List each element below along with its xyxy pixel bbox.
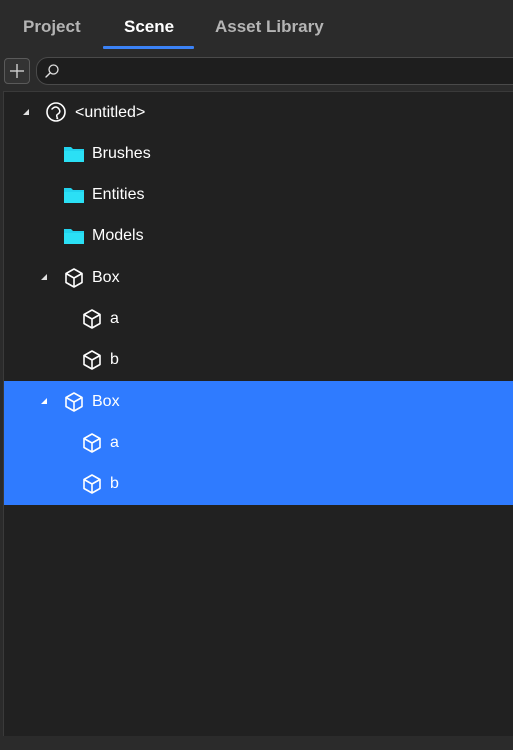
tree-row-a-selected[interactable]: a <box>4 422 513 463</box>
tree-item-label: <untitled> <box>75 104 146 121</box>
expand-arrow-icon[interactable] <box>40 273 48 281</box>
plus-icon <box>10 64 24 78</box>
expand-arrow-icon[interactable] <box>40 397 48 405</box>
tree-item-label: a <box>110 434 119 451</box>
search-input[interactable] <box>65 60 509 84</box>
tree-row-box-selected[interactable]: Box <box>4 381 513 422</box>
cube-icon <box>83 309 101 329</box>
tree-row-a[interactable]: a <box>4 298 513 339</box>
tree-row-brushes[interactable]: Brushes <box>4 133 513 174</box>
active-tab-indicator <box>103 46 194 49</box>
expand-arrow-icon[interactable] <box>22 108 30 116</box>
tree-row-untitled[interactable]: <untitled> <box>4 92 513 133</box>
tree-item-label: b <box>110 351 119 368</box>
cube-icon <box>65 392 83 412</box>
tab-project[interactable]: Project <box>23 17 81 37</box>
tree-row-models[interactable]: Models <box>4 215 513 256</box>
tree-item-label: b <box>110 475 119 492</box>
panel-footer <box>0 736 513 750</box>
cube-icon <box>83 474 101 494</box>
tree-row-box[interactable]: Box <box>4 257 513 298</box>
scene-toolbar <box>0 54 513 90</box>
folder-icon <box>64 188 84 203</box>
tree-item-label: Box <box>92 269 120 286</box>
tree-item-label: Brushes <box>92 145 151 162</box>
tree-row-entities[interactable]: Entities <box>4 174 513 215</box>
tree-item-label: Models <box>92 227 144 244</box>
scene-icon <box>46 102 66 122</box>
tab-bar: Project Scene Asset Library <box>0 0 513 54</box>
cube-icon <box>83 350 101 370</box>
search-icon <box>45 64 59 78</box>
search-field[interactable] <box>36 57 513 85</box>
tab-asset-library[interactable]: Asset Library <box>215 17 324 37</box>
folder-icon <box>64 229 84 244</box>
add-button[interactable] <box>4 58 30 84</box>
scene-tree: <untitled> Brushes Entities Models Box a… <box>3 91 513 736</box>
cube-icon <box>83 433 101 453</box>
folder-icon <box>64 147 84 162</box>
tree-item-label: a <box>110 310 119 327</box>
tree-row-b-selected[interactable]: b <box>4 463 513 505</box>
tree-item-label: Box <box>92 393 120 410</box>
tab-scene[interactable]: Scene <box>124 17 174 37</box>
cube-icon <box>65 268 83 288</box>
scene-panel: Project Scene Asset Library <untitled> B… <box>0 0 513 750</box>
tree-row-b[interactable]: b <box>4 339 513 380</box>
tree-item-label: Entities <box>92 186 145 203</box>
